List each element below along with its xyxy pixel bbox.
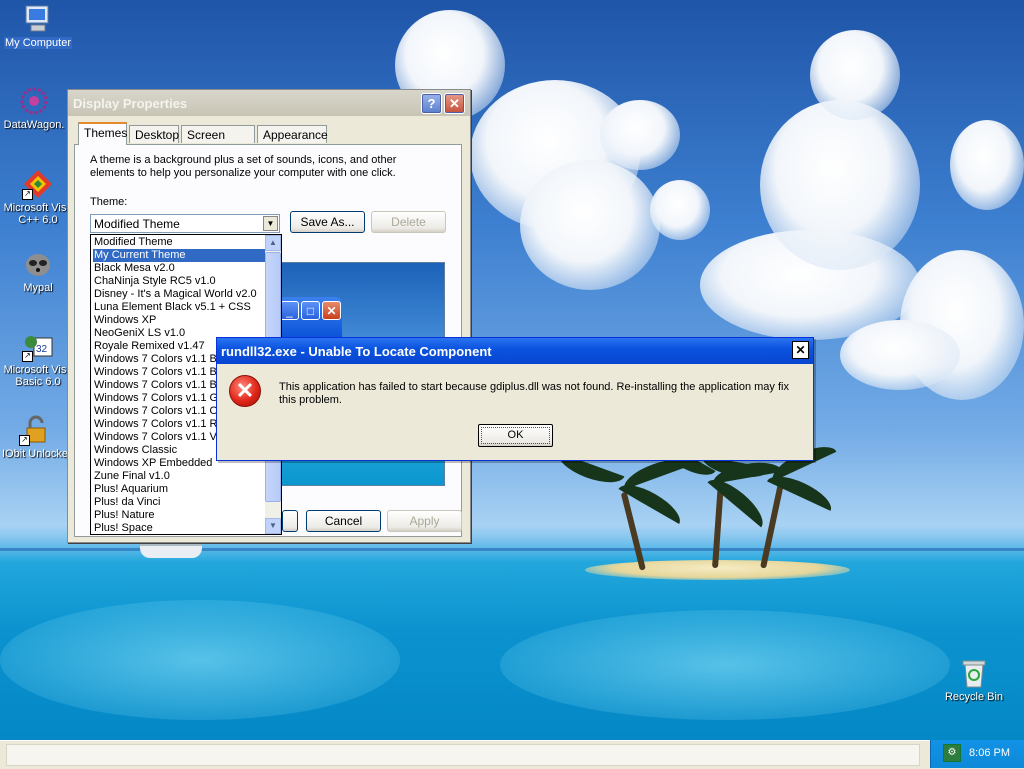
theme-option[interactable]: Modified Theme [93, 236, 266, 249]
desktop-icon-iobit-unlocker[interactable]: ↗ IObit Unlocke [0, 414, 73, 460]
boat [140, 543, 202, 558]
close-icon: ✕ [322, 301, 341, 320]
theme-option[interactable]: Plus! Aquarium [93, 483, 266, 496]
unlocker-icon: ↗ [19, 414, 51, 446]
minimize-icon: _ [280, 301, 299, 320]
taskbar [0, 740, 1024, 769]
tray-app-icon[interactable]: ⚙ [943, 744, 961, 762]
desktop-icon-datawagon[interactable]: DataWagon. [0, 85, 72, 131]
raccoon-icon [22, 248, 54, 280]
theme-select-value: Modified Theme [94, 217, 180, 231]
ok-button[interactable]: OK [478, 424, 553, 447]
desktop-icon-label: My Computer [3, 37, 73, 49]
display-properties-titlebar[interactable]: Display Properties ? ✕ [68, 90, 470, 116]
theme-option[interactable]: Black Mesa v2.0 [93, 262, 266, 275]
desktop-icon-recycle-bin[interactable]: Recycle Bin [936, 657, 1012, 703]
visual-basic-icon: 32 ↗ [22, 330, 54, 362]
theme-description: A theme is a background plus a set of so… [90, 154, 397, 179]
error-x-icon: ✕ [229, 375, 261, 407]
theme-label: Theme: [90, 196, 128, 208]
theme-option[interactable]: Disney - It's a Magical World v2.0 [93, 288, 266, 301]
desktop-icon-label: Mypal [23, 282, 53, 294]
theme-option[interactable]: Plus! da Vinci [93, 496, 266, 509]
desktop-icon-visual-cpp[interactable]: ↗ Microsoft Visu C++ 6.0 [0, 168, 76, 226]
tab-appearance[interactable]: Appearance [257, 125, 328, 143]
taskbar-buttons-area[interactable] [6, 744, 920, 766]
recycle-bin-icon [958, 657, 990, 689]
error-close-button[interactable]: ✕ [792, 341, 809, 359]
scroll-up-icon[interactable]: ▲ [265, 235, 281, 251]
theme-option[interactable]: Zune Final v1.0 [93, 470, 266, 483]
tab-themes[interactable]: Themes [78, 122, 127, 145]
desktop-icon-label-line2: Basic 6.0 [15, 376, 61, 388]
error-dialog-titlebar[interactable]: rundll32.exe - Unable To Locate Componen… [217, 338, 813, 364]
desktop-icon-label-line2: C++ 6.0 [18, 214, 58, 226]
error-message: This application has failed to start bec… [279, 381, 789, 406]
tab-desktop[interactable]: Desktop [129, 125, 179, 143]
error-dialog-title: rundll32.exe - Unable To Locate Componen… [221, 344, 492, 359]
theme-option[interactable]: Plus! Space [93, 522, 266, 535]
save-as-button[interactable]: Save As... [290, 211, 365, 233]
theme-option[interactable]: My Current Theme [93, 249, 266, 262]
visual-cpp-icon: ↗ [22, 168, 54, 200]
delete-button[interactable]: Delete [371, 211, 446, 233]
desktop-icon-label: Recycle Bin [944, 691, 1004, 703]
preview-window-buttons: _ □ ✕ [278, 297, 342, 339]
theme-select[interactable]: Modified Theme ▼ [90, 214, 280, 233]
svg-text:32: 32 [36, 344, 48, 355]
desktop-icon-label-line1: Microsoft Visu [3, 202, 73, 214]
computer-icon [22, 3, 54, 35]
theme-option[interactable]: Windows XP [93, 314, 266, 327]
theme-option[interactable]: ChaNinja Style RC5 v1.0 [93, 275, 266, 288]
desktop-icon-mypal[interactable]: Mypal [0, 248, 76, 294]
system-tray: ⚙ 8:06 PM [930, 740, 1024, 768]
datawagon-icon [18, 85, 50, 117]
apply-button[interactable]: Apply [387, 510, 462, 532]
chevron-down-icon[interactable]: ▼ [263, 216, 278, 231]
desktop-icon-visual-basic[interactable]: 32 ↗ Microsoft Visu Basic 6.0 [0, 330, 76, 388]
desktop-icon-label: IObit Unlocke [1, 448, 69, 460]
theme-option[interactable]: Luna Element Black v5.1 + CSS [93, 301, 266, 314]
scroll-down-icon[interactable]: ▼ [265, 518, 281, 534]
desktop-icon-label-line1: Microsoft Visu [3, 364, 73, 376]
close-button[interactable]: ✕ [444, 93, 465, 114]
cancel-button[interactable]: Cancel [306, 510, 381, 532]
maximize-icon: □ [301, 301, 320, 320]
error-dialog: rundll32.exe - Unable To Locate Componen… [216, 337, 814, 461]
theme-option[interactable]: Plus! Nature [93, 509, 266, 522]
desktop-icon-my-computer[interactable]: My Computer [0, 3, 76, 49]
ok-button-partial[interactable] [282, 510, 298, 532]
clock[interactable]: 8:06 PM [969, 747, 1010, 759]
desktop-icon-label: DataWagon. [3, 119, 65, 131]
window-title: Display Properties [73, 96, 188, 111]
tab-screen-saver[interactable]: Screen Saver [181, 125, 255, 160]
help-button[interactable]: ? [421, 93, 442, 114]
